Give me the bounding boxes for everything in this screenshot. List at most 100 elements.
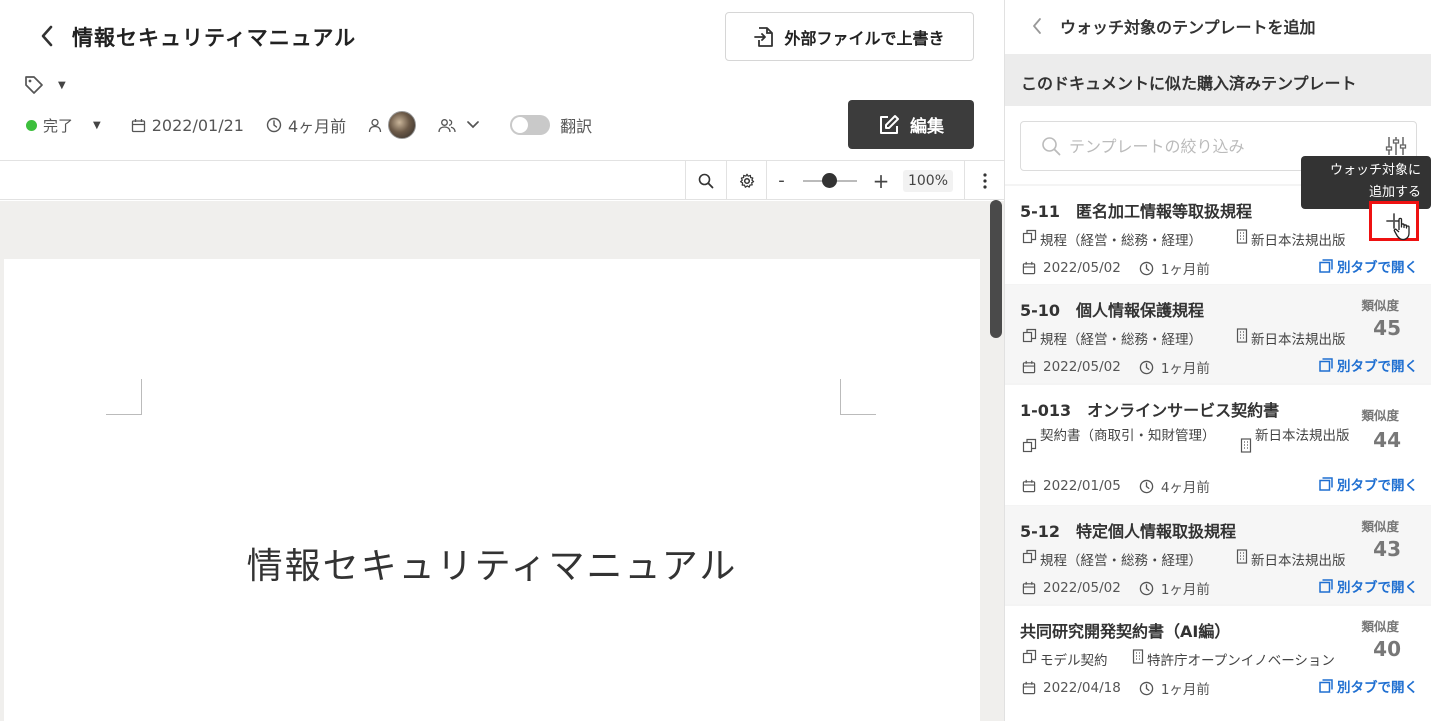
zoom-in-button[interactable]: + [866, 161, 896, 200]
open-in-new-tab-link[interactable]: 別タブで開く [1319, 676, 1418, 696]
similarity-score: 44 [1373, 428, 1401, 452]
template-dates: 2022/05/02 1ヶ月前 [1022, 578, 1210, 598]
template-card[interactable]: 共同研究開発契約書（AI編） 類似度 40 モデル契約 特許庁オープンイノベーシ… [1005, 606, 1431, 721]
document-page: 情報セキュリティマニュアル [4, 259, 980, 721]
search-button[interactable] [685, 161, 726, 200]
search-icon [698, 173, 714, 188]
panel-header: ウォッチ対象のテンプレートを追加 [1005, 0, 1431, 54]
template-search-input[interactable] [1069, 134, 1369, 158]
document-pane: 情報セキュリティマニュアル 外部ファイルで上書き ▼ 完了 ▼ 2022/01/… [0, 0, 1004, 721]
clock-icon [1139, 479, 1154, 494]
calendar-icon [1022, 261, 1036, 275]
template-meta: 契約書（商取引・知財管理） 新日本法規出版 [1022, 427, 1351, 453]
template-category: 契約書（商取引・知財管理） [1040, 428, 1216, 444]
updated-field: 4ヶ月前 [266, 113, 346, 137]
similarity-label: 類似度 [1361, 619, 1399, 634]
template-card[interactable]: 5-10 個人情報保護規程 類似度 45 規程（経営・総務・経理） 新日本法規出… [1005, 285, 1431, 383]
template-meta: モデル契約 特許庁オープンイノベーション [1022, 649, 1335, 669]
template-title: 5-11 匿名加工情報等取扱規程 [1020, 202, 1253, 221]
zoom-slider-handle[interactable] [822, 173, 837, 188]
tag-selector[interactable]: ▼ [24, 75, 66, 95]
similarity-label: 類似度 [1361, 408, 1399, 423]
panel-title: ウォッチ対象のテンプレートを追加 [1060, 18, 1316, 37]
document-scrollbar[interactable] [990, 200, 1002, 338]
document-title: 情報セキュリティマニュアル [72, 26, 357, 50]
translate-label: 翻訳 [560, 117, 593, 136]
edit-button[interactable]: 編集 [848, 100, 974, 149]
open-in-new-tab-link[interactable]: 別タブで開く [1319, 576, 1418, 596]
open-in-new-tab-link[interactable]: 別タブで開く [1319, 256, 1418, 276]
open-tab-icon [1319, 259, 1333, 273]
settings-button[interactable] [726, 161, 766, 200]
template-category: 規程（経営・総務・経理） [1040, 233, 1202, 249]
template-publisher: 新日本法規出版 [1255, 428, 1350, 444]
caret-down-icon: ▼ [93, 119, 101, 131]
document-viewer[interactable]: 情報セキュリティマニュアル [0, 201, 1004, 721]
similarity-score: 43 [1373, 537, 1401, 561]
document-meta-row: 完了 ▼ 2022/01/21 4ヶ月前 翻訳 [26, 111, 592, 139]
edit-button-label: 編集 [910, 117, 944, 137]
template-meta: 規程（経営・総務・経理） 新日本法規出版 [1022, 328, 1346, 348]
template-date: 2022/05/02 [1043, 260, 1121, 276]
owner-field[interactable] [368, 111, 417, 139]
zoom-level[interactable]: 100% [903, 170, 953, 192]
calendar-icon [1022, 360, 1036, 374]
copy-icon [1022, 229, 1037, 244]
similarity-score: 40 [1373, 637, 1401, 661]
open-tab-icon [1319, 477, 1333, 491]
overwrite-with-external-file-button[interactable]: 外部ファイルで上書き [725, 12, 974, 61]
document-header: 情報セキュリティマニュアル 外部ファイルで上書き ▼ 完了 ▼ 2022/01/… [0, 0, 1004, 160]
template-date: 2022/05/02 [1043, 580, 1121, 596]
template-ago: 1ヶ月前 [1160, 262, 1210, 278]
search-icon [1042, 137, 1061, 156]
margin-mark-top-right [840, 379, 876, 415]
section-title: このドキュメントに似た購入済みテンプレート [1021, 74, 1357, 93]
open-tab-icon [1319, 579, 1333, 593]
status-dot-icon [26, 119, 37, 131]
copy-icon [1022, 549, 1037, 564]
template-category: モデル契約 [1040, 653, 1108, 669]
avatar[interactable] [388, 111, 417, 139]
template-publisher: 新日本法規出版 [1251, 553, 1346, 569]
add-to-watch-button[interactable] [1369, 201, 1419, 241]
template-category: 規程（経営・総務・経理） [1040, 553, 1202, 569]
plus-icon: + [872, 168, 890, 193]
copy-icon [1022, 438, 1037, 453]
clock-icon [1139, 581, 1154, 596]
template-date: 2022/01/05 [1043, 478, 1121, 494]
calendar-icon [1022, 479, 1036, 493]
translate-control[interactable]: 翻訳 [510, 113, 592, 137]
chevron-down-icon [467, 121, 479, 129]
copy-icon [1022, 649, 1037, 664]
template-publisher: 特許庁オープンイノベーション [1147, 653, 1335, 669]
template-dates: 2022/05/02 1ヶ月前 [1022, 258, 1210, 278]
template-ago: 1ヶ月前 [1160, 582, 1210, 598]
hand-cursor-icon [1393, 217, 1410, 241]
translate-toggle[interactable] [510, 115, 551, 135]
shared-users-dropdown[interactable] [438, 118, 480, 133]
building-icon [1236, 328, 1248, 343]
status-dropdown[interactable]: 完了 ▼ [26, 115, 101, 136]
template-card[interactable]: 1-013 オンラインサービス契約書 類似度 44 契約書（商取引・知財管理） … [1005, 385, 1431, 505]
users-icon [438, 118, 456, 132]
template-ago: 4ヶ月前 [1160, 480, 1210, 496]
similarity-score: 45 [1373, 316, 1401, 340]
overwrite-button-label: 外部ファイルで上書き [784, 28, 945, 48]
clock-icon [1139, 681, 1154, 696]
filter-sliders-icon[interactable] [1385, 135, 1407, 157]
open-tab-label: 別タブで開く [1337, 359, 1418, 375]
building-icon [1236, 549, 1248, 564]
more-options-button[interactable] [964, 161, 1004, 200]
template-date: 2022/04/18 [1043, 680, 1121, 696]
template-title: 1-013 オンラインサービス契約書 [1020, 401, 1280, 420]
template-publisher: 新日本法規出版 [1251, 233, 1346, 249]
back-button[interactable] [34, 22, 60, 50]
document-updated: 4ヶ月前 [287, 117, 347, 136]
panel-back-button[interactable] [1027, 14, 1047, 38]
similarity-label: 類似度 [1361, 519, 1399, 534]
zoom-out-button[interactable]: - [766, 161, 796, 200]
template-card[interactable]: 5-12 特定個人情報取扱規程 類似度 43 規程（経営・総務・経理） 新日本法… [1005, 506, 1431, 604]
template-title: 共同研究開発契約書（AI編） [1020, 622, 1231, 641]
open-in-new-tab-link[interactable]: 別タブで開く [1319, 355, 1418, 375]
open-in-new-tab-link[interactable]: 別タブで開く [1319, 474, 1418, 494]
